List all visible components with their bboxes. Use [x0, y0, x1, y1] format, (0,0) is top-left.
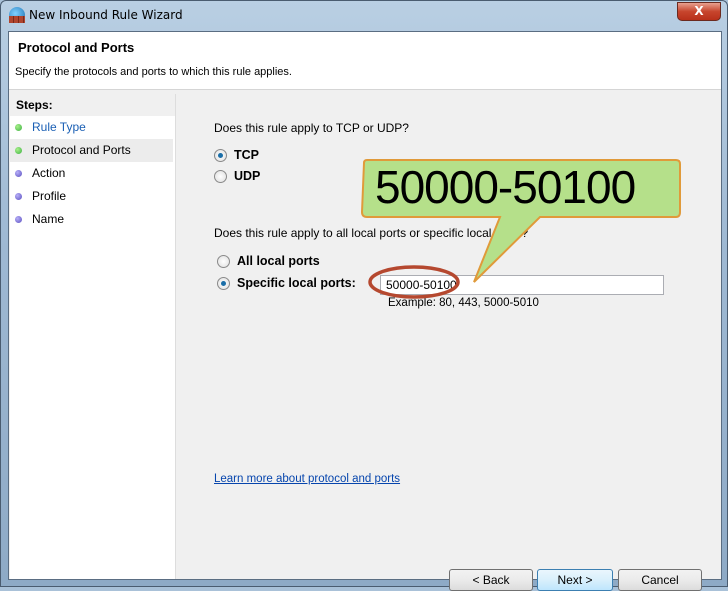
highlight-ellipse	[368, 265, 460, 299]
callout-text: 50000-50100	[375, 161, 636, 213]
annotation-overlay	[360, 159, 681, 299]
